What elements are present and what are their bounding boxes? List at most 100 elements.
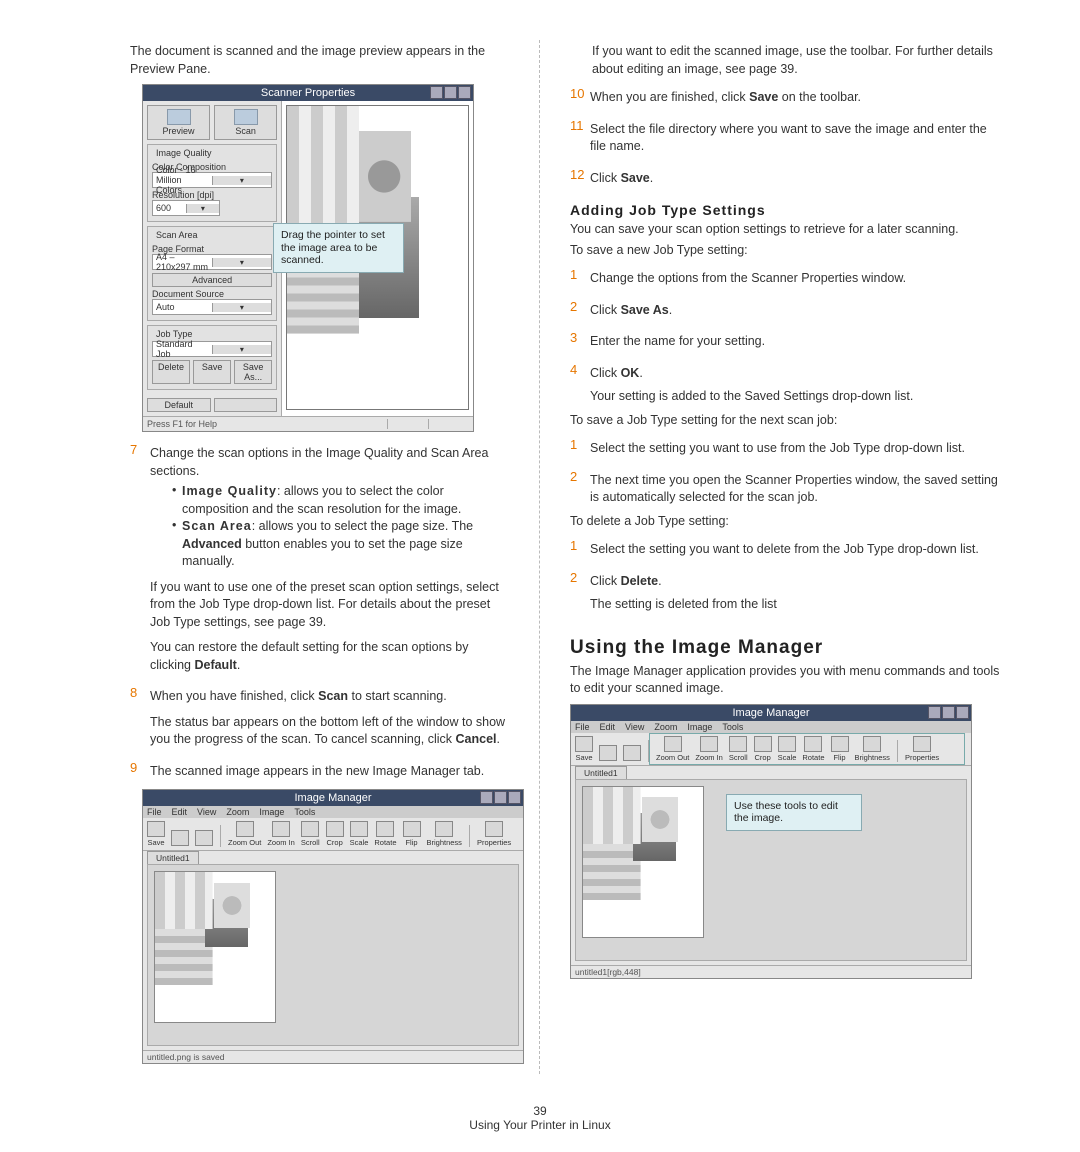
body-text: You can save your scan option settings t…: [570, 221, 1000, 239]
document-tab[interactable]: Untitled1: [575, 766, 627, 779]
disabled-button: [214, 398, 278, 412]
job-type-dropdown[interactable]: Standard Job▾: [152, 341, 272, 357]
rotate-tool-icon[interactable]: Rotate: [374, 821, 396, 847]
body-text: To save a Job Type setting for the next …: [570, 412, 1000, 430]
left-column: The document is scanned and the image pr…: [30, 40, 540, 1074]
step-text: The status bar appears on the bottom lef…: [150, 714, 509, 749]
substep: 2Click Delete.The setting is deleted fro…: [570, 570, 1000, 617]
right-column: If you want to edit the scanned image, u…: [540, 40, 1050, 1074]
window-titlebar: Image Manager: [143, 790, 523, 806]
step-number: 12: [570, 167, 590, 191]
body-text: To delete a Job Type setting:: [570, 513, 1000, 531]
step-number: 8: [130, 685, 150, 752]
save-tool-icon[interactable]: Save: [147, 821, 165, 847]
image-manager-screenshot: Image Manager FileEditViewZoomImageTools…: [142, 789, 524, 1064]
page-format-dropdown[interactable]: A4 – 210x297 mm▾: [152, 254, 272, 270]
continuation-text: If you want to edit the scanned image, u…: [570, 43, 1000, 78]
step-number: 11: [570, 118, 590, 159]
section-name: Using Your Printer in Linux: [30, 1118, 1050, 1132]
resolution-label: Resolution [dpi]: [152, 190, 272, 200]
scroll-tool-icon[interactable]: Scroll: [301, 821, 320, 847]
brightness-tool-icon[interactable]: Brightness: [427, 821, 462, 847]
tool-icon[interactable]: [599, 745, 617, 762]
step-text: Change the scan options in the Image Qua…: [150, 445, 509, 480]
toolbar[interactable]: Save Zoom Out Zoom In Scroll Crop Scale …: [571, 733, 971, 766]
scanner-left-panel: Preview Scan Image Quality Color Composi…: [143, 101, 281, 416]
substep: 2The next time you open the Scanner Prop…: [570, 469, 1000, 510]
color-composition-dropdown[interactable]: Color - 16 Million Colors▾: [152, 172, 272, 188]
image-canvas[interactable]: [147, 864, 519, 1046]
zoom-out-tool-icon[interactable]: Zoom Out: [228, 821, 261, 847]
preview-callout: Drag the pointer to set the image area t…: [273, 223, 404, 273]
toolbar-highlight: [649, 733, 965, 765]
main-heading: Using the Image Manager: [570, 637, 1000, 659]
advanced-button[interactable]: Advanced: [152, 273, 272, 287]
step-number: 10: [570, 86, 590, 110]
step-7: 7 Change the scan options in the Image Q…: [130, 442, 509, 677]
window-title: Scanner Properties: [261, 87, 355, 99]
job-type-group: Job Type Standard Job▾ Delete Save Save …: [147, 325, 277, 390]
step-text: Click Save.: [590, 170, 1000, 188]
step-10: 10 When you are finished, click Save on …: [570, 86, 1000, 110]
save-button[interactable]: Save: [193, 360, 231, 384]
crop-tool-icon[interactable]: Crop: [326, 821, 344, 847]
image-thumbnail: [582, 786, 704, 938]
image-manager-screenshot-2: Image Manager FileEditViewZoomImageTools…: [570, 704, 972, 979]
step-text: When you are finished, click Save on the…: [590, 89, 1000, 107]
substep: 3Enter the name for your setting.: [570, 330, 1000, 354]
step-11: 11 Select the file directory where you w…: [570, 118, 1000, 159]
page-footer: 39 Using Your Printer in Linux: [30, 1104, 1050, 1132]
menu-bar[interactable]: FileEditViewZoomImageTools: [571, 721, 971, 733]
bullet-item: •Scan Area: allows you to select the pag…: [150, 518, 509, 571]
tool-icon[interactable]: [623, 745, 641, 762]
tool-icon[interactable]: [171, 830, 189, 847]
resolution-dropdown[interactable]: 600▾: [152, 200, 220, 216]
substep: 1Change the options from the Scanner Pro…: [570, 267, 1000, 291]
toolbar-callout: Use these tools to edit the image.: [726, 794, 862, 831]
substep: 2Click Save As.: [570, 299, 1000, 323]
page-columns: The document is scanned and the image pr…: [30, 40, 1050, 1074]
section-heading: Adding Job Type Settings: [570, 202, 1000, 218]
properties-tool-icon[interactable]: Properties: [477, 821, 511, 847]
delete-button[interactable]: Delete: [152, 360, 190, 384]
step-number: 7: [130, 442, 150, 677]
preview-button[interactable]: Preview: [147, 105, 210, 140]
step-text: If you want to use one of the preset sca…: [150, 579, 509, 632]
scale-tool-icon[interactable]: Scale: [350, 821, 369, 847]
image-thumbnail: [154, 871, 276, 1023]
scanner-properties-screenshot: Scanner Properties Preview Scan Image Qu…: [142, 84, 474, 432]
window-titlebar: Scanner Properties: [143, 85, 473, 101]
window-buttons: [430, 86, 471, 99]
default-button[interactable]: Default: [147, 398, 211, 412]
status-bar: Press F1 for Help: [143, 416, 473, 431]
zoom-in-tool-icon[interactable]: Zoom In: [267, 821, 295, 847]
step-9: 9 The scanned image appears in the new I…: [130, 760, 509, 784]
menu-bar[interactable]: FileEditViewZoomImageTools: [143, 806, 523, 818]
bullet-item: •Image Quality: allows you to select the…: [150, 483, 509, 518]
window-titlebar: Image Manager: [571, 705, 971, 721]
step-text: You can restore the default setting for …: [150, 639, 509, 674]
body-text: The Image Manager application provides y…: [570, 663, 1000, 698]
body-text: To save a new Job Type setting:: [570, 242, 1000, 260]
image-canvas[interactable]: Use these tools to edit the image.: [575, 779, 967, 961]
step-text: Select the file directory where you want…: [590, 121, 1000, 156]
status-bar: untitled1[rgb,448]: [571, 965, 971, 978]
tool-icon[interactable]: [195, 830, 213, 847]
page-number: 39: [30, 1104, 1050, 1118]
toolbar[interactable]: Save Zoom Out Zoom In Scroll Crop Scale …: [143, 818, 523, 851]
flip-tool-icon[interactable]: Flip: [403, 821, 421, 847]
status-bar: untitled.png is saved: [143, 1050, 523, 1063]
step-8: 8 When you have finished, click Scan to …: [130, 685, 509, 752]
save-tool-icon[interactable]: Save: [575, 736, 593, 762]
document-source-dropdown[interactable]: Auto▾: [152, 299, 272, 315]
step-number: 9: [130, 760, 150, 784]
step-12: 12 Click Save.: [570, 167, 1000, 191]
scan-button[interactable]: Scan: [214, 105, 277, 140]
substep: 4Click OK.Your setting is added to the S…: [570, 362, 1000, 409]
intro-text: The document is scanned and the image pr…: [130, 43, 509, 78]
document-tab[interactable]: Untitled1: [147, 851, 199, 864]
save-as-button[interactable]: Save As...: [234, 360, 272, 384]
step-text: When you have finished, click Scan to st…: [150, 688, 509, 706]
substep: 1Select the setting you want to delete f…: [570, 538, 1000, 562]
step-text: The scanned image appears in the new Ima…: [150, 763, 509, 781]
